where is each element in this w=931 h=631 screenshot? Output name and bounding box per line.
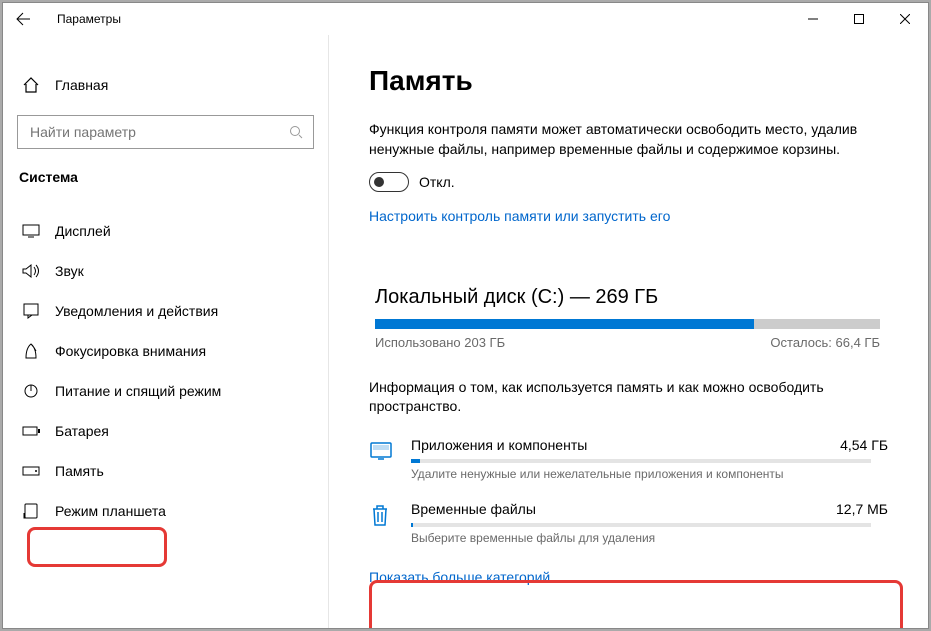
category-size: 4,54 ГБ <box>840 437 888 453</box>
disk-usage-fill <box>375 319 754 329</box>
back-button[interactable] <box>3 3 43 35</box>
disk-block: Локальный диск (C:) — 269 ГБ Использован… <box>369 280 888 356</box>
arrow-left-icon <box>15 11 31 27</box>
label: Уведомления и действия <box>55 303 218 319</box>
storage-sense-toggle[interactable] <box>369 172 409 192</box>
sidebar-home-label: Главная <box>55 77 108 93</box>
power-icon <box>21 383 41 399</box>
category-sub: Выберите временные файлы для удаления <box>411 531 888 545</box>
sidebar-item-sound[interactable]: Звук <box>3 251 328 291</box>
display-icon <box>21 224 41 238</box>
search-box[interactable] <box>17 115 314 149</box>
close-icon <box>900 14 910 24</box>
highlight-disk <box>369 580 903 628</box>
notifications-icon <box>21 303 41 319</box>
disk-used-label: Использовано 203 ГБ <box>375 335 505 350</box>
category-bar <box>411 459 871 463</box>
sidebar: Главная Система Дисплей Звук <box>3 35 328 628</box>
sidebar-item-notifications[interactable]: Уведомления и действия <box>3 291 328 331</box>
search-input[interactable] <box>28 123 287 141</box>
label: Питание и спящий режим <box>55 383 221 399</box>
minimize-icon <box>808 14 818 24</box>
storage-info-text: Информация о том, как используется памят… <box>369 378 888 417</box>
maximize-button[interactable] <box>836 3 882 35</box>
minimize-button[interactable] <box>790 3 836 35</box>
category-bar <box>411 523 871 527</box>
page-title: Память <box>369 65 888 97</box>
label: Память <box>55 463 104 479</box>
disk-usage-labels: Использовано 203 ГБ Осталось: 66,4 ГБ <box>375 335 880 350</box>
category-size: 12,7 МБ <box>836 501 888 517</box>
sidebar-item-focus[interactable]: Фокусировка внимания <box>3 331 328 371</box>
disk-remaining-label: Осталось: 66,4 ГБ <box>770 335 880 350</box>
trash-icon <box>369 501 393 527</box>
disk-usage-bar <box>375 319 880 329</box>
main-content: Память Функция контроля памяти может авт… <box>328 35 928 628</box>
show-more-categories-link[interactable]: Показать больше категорий <box>369 569 550 585</box>
focus-icon <box>21 343 41 359</box>
titlebar: Параметры <box>3 3 928 35</box>
apps-icon <box>369 437 393 461</box>
category-name: Приложения и компоненты <box>411 437 587 453</box>
storage-sense-description: Функция контроля памяти может автоматиче… <box>369 119 888 160</box>
label: Фокусировка внимания <box>55 343 206 359</box>
category-sub: Удалите ненужные или нежелательные прило… <box>411 467 888 481</box>
sidebar-nav: Дисплей Звук Уведомления и действия Фоку… <box>3 211 328 531</box>
label: Звук <box>55 263 84 279</box>
sidebar-section-title: Система <box>3 157 328 191</box>
sidebar-item-storage[interactable]: Память <box>3 451 328 491</box>
sidebar-item-display[interactable]: Дисплей <box>3 211 328 251</box>
window-title: Параметры <box>43 12 790 26</box>
close-button[interactable] <box>882 3 928 35</box>
settings-window: Параметры Главная Система <box>2 2 929 629</box>
battery-icon <box>21 425 41 437</box>
search-icon <box>287 125 305 139</box>
label: Батарея <box>55 423 109 439</box>
tablet-icon <box>21 503 41 519</box>
disk-title: Локальный диск (C:) — 269 ГБ <box>375 286 882 309</box>
sidebar-item-battery[interactable]: Батарея <box>3 411 328 451</box>
category-name: Временные файлы <box>411 501 536 517</box>
sound-icon <box>21 263 41 279</box>
sidebar-item-power[interactable]: Питание и спящий режим <box>3 371 328 411</box>
storage-icon <box>21 466 41 476</box>
maximize-icon <box>854 14 864 24</box>
toggle-label: Откл. <box>419 174 455 190</box>
label: Дисплей <box>55 223 111 239</box>
configure-storage-sense-link[interactable]: Настроить контроль памяти или запустить … <box>369 208 670 224</box>
sidebar-home[interactable]: Главная <box>3 65 328 105</box>
home-icon <box>21 76 41 94</box>
category-temp-files[interactable]: Временные файлы 12,7 МБ Выберите временн… <box>369 501 888 545</box>
category-apps[interactable]: Приложения и компоненты 4,54 ГБ Удалите … <box>369 437 888 481</box>
storage-sense-toggle-row: Откл. <box>369 172 888 192</box>
sidebar-item-tablet[interactable]: Режим планшета <box>3 491 328 531</box>
window-controls <box>790 3 928 35</box>
toggle-knob <box>374 177 384 187</box>
label: Режим планшета <box>55 503 166 519</box>
highlight-storage <box>27 527 167 567</box>
